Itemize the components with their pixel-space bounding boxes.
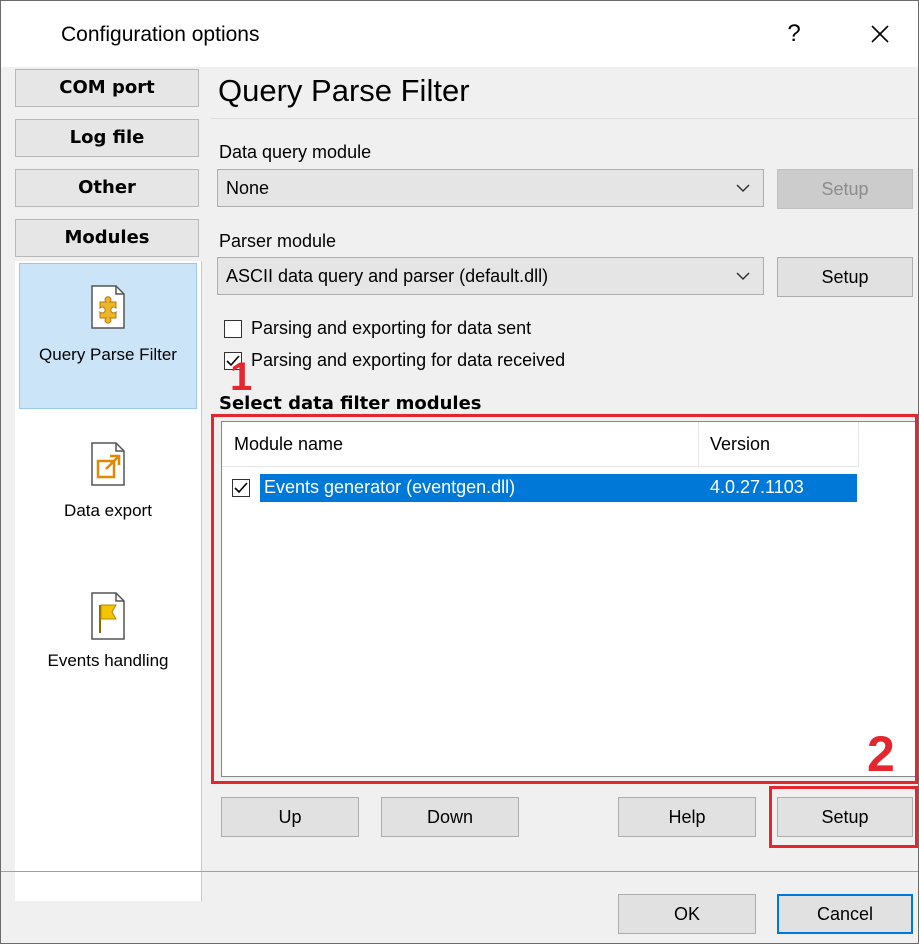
modules-panel: Query Parse Filter Data export Events ha… xyxy=(15,261,202,901)
data-query-setup-button[interactable]: Setup xyxy=(777,169,913,209)
nav-log-file[interactable]: Log file xyxy=(15,119,199,157)
tile-label-events-handling: Events handling xyxy=(47,651,169,670)
close-icon xyxy=(871,25,889,43)
data-query-value: None xyxy=(226,178,270,198)
config-window: Configuration options ? COM port Log fil… xyxy=(0,0,919,944)
title-bar: Configuration options ? xyxy=(1,1,918,67)
up-button[interactable]: Up xyxy=(221,797,359,837)
page-title: Query Parse Filter xyxy=(218,73,470,108)
parser-label: Parser module xyxy=(219,231,337,251)
window-title: Configuration options xyxy=(61,23,260,46)
chevron-down-icon xyxy=(736,184,750,193)
tile-events-handling[interactable]: Events handling xyxy=(19,579,197,699)
export-icon xyxy=(91,442,125,486)
title-divider xyxy=(211,118,918,119)
help-title-button[interactable]: ? xyxy=(771,15,817,53)
help-button[interactable]: Help xyxy=(618,797,756,837)
annotation-box-2 xyxy=(769,786,918,848)
checkbox-data-sent[interactable] xyxy=(224,320,242,338)
nav-com-port[interactable]: COM port xyxy=(15,69,199,107)
annotation-box-1 xyxy=(211,414,918,784)
ok-button[interactable]: OK xyxy=(618,894,756,934)
checkbox-data-received-label: Parsing and exporting for data received xyxy=(251,350,566,370)
annotation-number-1: 1 xyxy=(230,355,253,399)
cancel-button[interactable]: Cancel xyxy=(777,894,913,934)
nav-other[interactable]: Other xyxy=(15,169,199,207)
close-button[interactable] xyxy=(857,15,903,53)
footer-separator xyxy=(1,871,918,872)
tile-query-parse-filter[interactable]: Query Parse Filter xyxy=(19,263,197,409)
down-button[interactable]: Down xyxy=(381,797,519,837)
parser-setup-button[interactable]: Setup xyxy=(777,257,913,297)
data-query-label: Data query module xyxy=(219,142,372,162)
puzzle-icon xyxy=(91,285,125,329)
annotation-number-2: 2 xyxy=(867,726,895,782)
tile-label-query-parse-filter: Query Parse Filter xyxy=(39,345,177,364)
nav-modules[interactable]: Modules xyxy=(15,219,199,257)
data-query-select[interactable]: None xyxy=(217,169,764,207)
tile-data-export[interactable]: Data export xyxy=(19,429,197,549)
flag-icon xyxy=(91,592,125,640)
chevron-down-icon xyxy=(736,272,750,281)
tile-label-data-export: Data export xyxy=(64,501,152,520)
parser-value: ASCII data query and parser (default.dll… xyxy=(226,266,549,286)
filter-section-label: Select data filter modules xyxy=(219,393,482,414)
checkbox-data-sent-label: Parsing and exporting for data sent xyxy=(251,318,532,338)
parser-select[interactable]: ASCII data query and parser (default.dll… xyxy=(217,257,764,295)
